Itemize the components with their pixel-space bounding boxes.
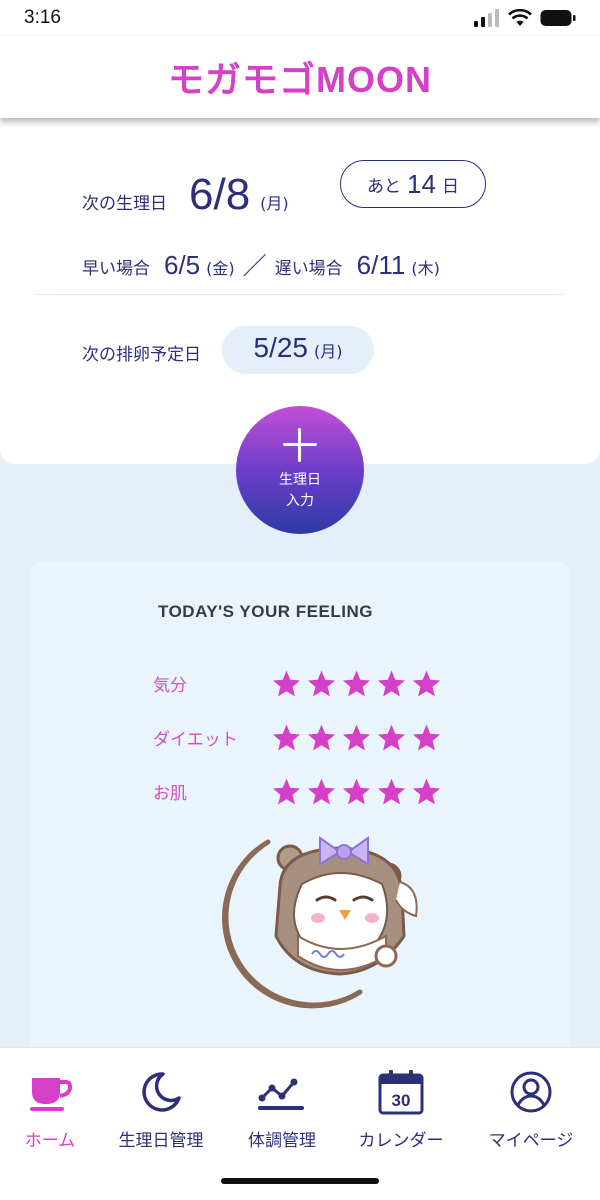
status-time: 3:16 (24, 7, 61, 28)
plus-icon (283, 428, 317, 462)
star-icon[interactable] (411, 722, 442, 753)
early-weekday: (金) (206, 259, 235, 278)
remaining-suffix: 日 (441, 176, 459, 197)
star-icon[interactable] (271, 722, 302, 753)
nav-item-period[interactable]: 生理日管理 (114, 1068, 208, 1151)
add-period-label-line1: 生理日 (279, 472, 321, 488)
next-period-date: 6/8 (189, 170, 251, 219)
line-chart-icon (258, 1078, 304, 1110)
star-icon[interactable] (341, 668, 372, 699)
next-period-label: 次の生理日 (82, 194, 167, 214)
star-icon[interactable] (341, 722, 372, 753)
star-icon[interactable] (376, 668, 407, 699)
app-header: モガモゴMOON (0, 36, 600, 118)
add-period-label-line2: 入力 (286, 493, 314, 509)
ovulation-row: 次の排卵予定日 (82, 340, 201, 365)
nav-label-calendar: カレンダー (358, 1131, 444, 1151)
wifi-icon (508, 9, 532, 26)
user-icon (510, 1071, 552, 1113)
late-weekday: (木) (411, 259, 440, 278)
nav-item-condition[interactable]: 体調管理 (242, 1068, 322, 1151)
early-label: 早い場合 (82, 259, 150, 279)
next-period-weekday: (月) (260, 194, 289, 213)
late-label: 遅い場合 (274, 259, 343, 279)
star-icon[interactable] (341, 776, 372, 807)
star-icon[interactable] (411, 668, 442, 699)
nav-item-calendar[interactable]: 30 カレンダー (356, 1068, 446, 1151)
remaining-prefix: あと (367, 176, 402, 197)
add-period-button[interactable]: 生理日 入力 (236, 406, 364, 534)
nav-item-mypage[interactable]: マイページ (484, 1068, 578, 1151)
status-bar: 3:16 (0, 0, 600, 36)
nav-label-mypage: マイページ (488, 1131, 574, 1151)
early-date: 6/5 (164, 250, 201, 280)
ovulation-date: 5/25 (253, 332, 309, 363)
divider (35, 294, 565, 295)
days-remaining-badge: あと 14 日 (340, 160, 486, 208)
home-indicator[interactable] (221, 1178, 379, 1184)
feeling-row-skin: お肌 (153, 776, 442, 807)
owl-moon-mascot (222, 836, 418, 1009)
late-date: 6/11 (356, 250, 406, 280)
cup-icon (30, 1078, 73, 1111)
nav-item-home[interactable]: ホーム (20, 1068, 80, 1151)
feeling-label: ダイエット (153, 730, 238, 750)
feeling-card: TODAY'S YOUR FEELING 気分 ダイエット お肌 (30, 562, 570, 1062)
star-icon[interactable] (376, 722, 407, 753)
nav-label-period: 生理日管理 (118, 1131, 204, 1151)
calendar-icon-day: 30 (392, 1091, 411, 1110)
star-icon[interactable] (271, 668, 302, 699)
star-icon[interactable] (306, 668, 337, 699)
star-rating[interactable] (271, 668, 442, 699)
nav-label-condition: 体調管理 (248, 1131, 316, 1151)
feeling-label: お肌 (153, 784, 187, 804)
feeling-row-diet: ダイエット (153, 722, 442, 753)
feeling-row-mood: 気分 (153, 668, 442, 699)
feeling-label: 気分 (153, 676, 187, 696)
battery-icon (540, 10, 576, 26)
ovulation-weekday: (月) (314, 342, 343, 361)
feeling-title: TODAY'S YOUR FEELING (158, 602, 373, 621)
signal-icon (474, 9, 499, 27)
next-period-row: 次の生理日 6/8 (月) (82, 170, 289, 220)
star-rating[interactable] (271, 722, 442, 753)
star-icon[interactable] (271, 776, 302, 807)
nav-label-home: ホーム (24, 1131, 76, 1151)
star-rating[interactable] (271, 776, 442, 807)
ovulation-label: 次の排卵予定日 (82, 345, 201, 365)
period-range-row: 早い場合 6/5 (金) ／ 遅い場合 6/11 (木) (82, 246, 440, 281)
ovulation-date-pill: 5/25 (月) (222, 326, 374, 374)
star-icon[interactable] (411, 776, 442, 807)
star-icon[interactable] (306, 722, 337, 753)
remaining-days: 14 (407, 168, 436, 199)
star-icon[interactable] (306, 776, 337, 807)
range-separator: ／ (242, 253, 267, 280)
calendar-icon: 30 (378, 1070, 424, 1115)
app-title: モガモゴMOON (168, 59, 432, 100)
moon-icon (142, 1072, 181, 1112)
star-icon[interactable] (376, 776, 407, 807)
status-icons (474, 9, 576, 27)
